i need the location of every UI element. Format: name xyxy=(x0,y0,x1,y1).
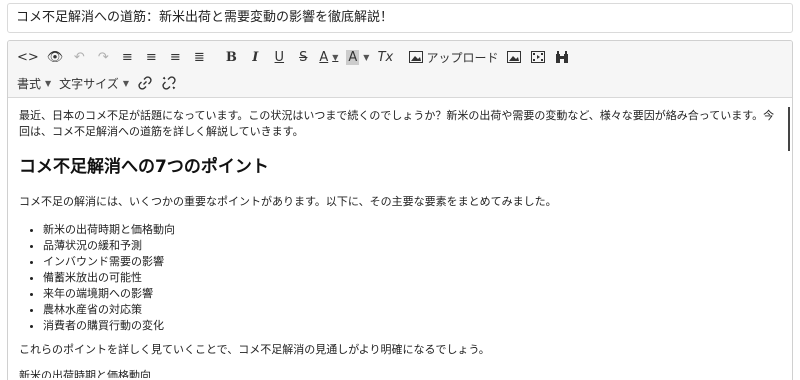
format-label: 書式 xyxy=(17,76,42,91)
background-color-button[interactable]: A ▼ xyxy=(343,46,372,68)
text-color-button[interactable]: A ▼ xyxy=(316,46,341,68)
toolbar-row-1: <> 👁 ↶ ↷ ≡ ≡ ≡ ≣ B I U S A ▼ A ▼ Tx アップロード xyxy=(14,45,786,69)
text-color-label: A xyxy=(319,49,329,65)
background-color-label: A xyxy=(346,49,360,65)
toolbar-row-2: 書式 ▼ 文字サイズ ▼ xyxy=(14,71,786,95)
editor-toolbar: <> 👁 ↶ ↷ ≡ ≡ ≡ ≣ B I U S A ▼ A ▼ Tx アップロード xyxy=(8,41,792,98)
insert-link-button[interactable] xyxy=(134,72,156,94)
chevron-down-icon: ▼ xyxy=(122,78,129,88)
unlink-icon xyxy=(162,76,176,90)
list-item: 品薄状況の緩和予測 xyxy=(43,238,782,254)
list-item: 新米の出荷時期と価格動向 xyxy=(43,222,782,238)
preview-eye-icon[interactable]: 👁 xyxy=(44,46,67,68)
points-list: 新米の出荷時期と価格動向 品薄状況の緩和予測 インバウンド需要の影響 備蓄米放出… xyxy=(43,222,782,334)
next-heading-partial: 新米の出荷時期と価格動向 xyxy=(19,369,151,378)
insert-video-button[interactable] xyxy=(527,46,549,68)
binoculars-icon xyxy=(556,50,569,63)
chevron-down-icon: ▼ xyxy=(332,52,339,62)
strikethrough-button[interactable]: S xyxy=(292,46,314,68)
editor-content[interactable]: 最近、日本のコメ不足が話題になっています。この状況はいつまで続くのでしょうか？新… xyxy=(8,98,792,378)
underline-button[interactable]: U xyxy=(268,46,290,68)
remove-link-button[interactable] xyxy=(158,72,180,94)
italic-button[interactable]: I xyxy=(244,46,266,68)
find-replace-button[interactable] xyxy=(551,46,573,68)
font-size-label: 文字サイズ xyxy=(59,76,119,91)
link-icon xyxy=(138,76,152,90)
upload-image-button[interactable]: アップロード xyxy=(406,46,501,68)
list-item: 消費者の購買行動の変化 xyxy=(43,318,782,334)
list-item: 来年の端境期への影響 xyxy=(43,286,782,302)
list-item: 農林水産省の対応策 xyxy=(43,302,782,318)
video-icon xyxy=(531,51,546,63)
intro-paragraph: 最近、日本のコメ不足が話題になっています。この状況はいつまで続くのでしょうか？新… xyxy=(19,109,775,138)
align-center-icon[interactable]: ≡ xyxy=(140,46,162,68)
outro-paragraph: これらのポイントを詳しく見ていくことで、コメ不足解消の見通しがより明確になるでし… xyxy=(19,343,490,356)
insert-image-button[interactable] xyxy=(503,46,525,68)
clear-format-button[interactable]: Tx xyxy=(374,46,396,68)
lead-paragraph: コメ不足の解消には、いくつかの重要なポイントがあります。以下に、その主要な要素を… xyxy=(19,195,557,208)
image-icon xyxy=(507,51,522,63)
align-left-icon[interactable]: ≡ xyxy=(116,46,138,68)
content-scrollbar[interactable] xyxy=(788,107,790,151)
align-right-icon[interactable]: ≡ xyxy=(164,46,186,68)
font-size-dropdown[interactable]: 文字サイズ ▼ xyxy=(56,72,132,94)
section-heading: コメ不足解消への7つのポイント xyxy=(19,157,269,177)
rich-text-editor: <> 👁 ↶ ↷ ≡ ≡ ≡ ≣ B I U S A ▼ A ▼ Tx アップロード xyxy=(7,40,793,380)
list-item: 備蓄米放出の可能性 xyxy=(43,270,782,286)
chevron-down-icon: ▼ xyxy=(363,52,370,62)
source-code-icon[interactable]: <> xyxy=(14,46,42,68)
list-item: インバウンド需要の影響 xyxy=(43,254,782,270)
upload-label: アップロード xyxy=(426,50,499,65)
title-input[interactable]: コメ不足解消への道筋：新米出荷と需要変動の影響を徹底解説！ xyxy=(7,3,793,33)
align-justify-icon[interactable]: ≣ xyxy=(188,46,210,68)
image-icon xyxy=(409,51,424,63)
bold-button[interactable]: B xyxy=(220,46,242,68)
redo-icon[interactable]: ↷ xyxy=(92,46,114,68)
undo-icon[interactable]: ↶ xyxy=(68,46,90,68)
chevron-down-icon: ▼ xyxy=(45,78,52,88)
format-dropdown[interactable]: 書式 ▼ xyxy=(14,72,54,94)
